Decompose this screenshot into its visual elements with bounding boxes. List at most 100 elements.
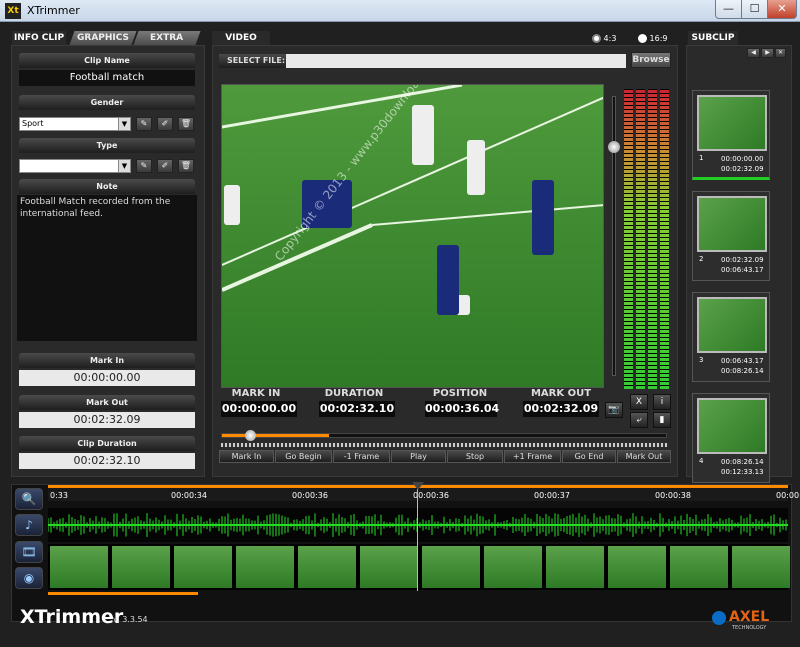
close-window-button[interactable]: ✕	[767, 0, 797, 19]
video-position-value: 00:00:36.04	[425, 401, 500, 417]
title-bar: Xt XTrimmer — ☐ ✕	[0, 0, 800, 22]
chevron-down-icon: ▼	[118, 118, 130, 130]
stop-button[interactable]: Stop	[447, 450, 503, 463]
mark-out-label: Mark Out	[19, 395, 195, 410]
go-begin-button[interactable]: Go Begin	[275, 450, 332, 463]
close-icon[interactable]: X	[630, 394, 648, 410]
video-mark-out-label: MARK OUT	[530, 388, 592, 399]
film-frame	[50, 546, 108, 588]
axel-brand-sub: TECHNOLOGY	[732, 625, 767, 631]
document-icon[interactable]: ▮	[653, 412, 671, 428]
subclip-thumbnail	[697, 398, 767, 454]
subclip-item[interactable]: 3 00:06:43.17 00:08:26.14	[692, 292, 770, 382]
film-frame	[608, 546, 666, 588]
dvd-icon[interactable]: ◉	[15, 567, 43, 589]
aspect-16-9-radio[interactable]: 16:9	[638, 34, 668, 43]
video-panel: SELECT FILE: Browse Copyright © 2013 - w…	[212, 45, 678, 477]
subclip-title: SUBCLIP	[688, 31, 738, 45]
type-pencil-button[interactable]: ✐	[157, 159, 173, 173]
tab-video[interactable]: VIDEO	[212, 31, 270, 45]
subclip-item[interactable]: 4 00:08:26.14 00:12:33.13	[692, 393, 770, 483]
app-logo-icon: Xt	[5, 3, 21, 19]
tab-extra[interactable]: EXTRA	[133, 31, 201, 45]
type-delete-button[interactable]: 🗑	[178, 159, 194, 173]
type-edit-button[interactable]: ✎	[136, 159, 152, 173]
film-icon[interactable]: 🎞	[15, 541, 43, 563]
time-tick-label: 00:00:3	[776, 491, 800, 500]
prev-frame-button[interactable]: -1 Frame	[333, 450, 390, 463]
seek-knob[interactable]	[245, 430, 256, 441]
gender-pencil-button[interactable]: ✐	[157, 117, 173, 131]
clip-name-field[interactable]: Football match	[19, 70, 195, 86]
subclip-in-time: 00:06:43.17	[721, 357, 764, 365]
playhead[interactable]	[417, 485, 418, 591]
next-arrow-icon[interactable]: ▶	[761, 48, 774, 58]
volume-knob[interactable]	[608, 140, 620, 153]
level-meter-2	[636, 89, 645, 389]
player-blaugrana-3	[532, 180, 554, 255]
play-button[interactable]: Play	[391, 450, 446, 463]
video-mark-in-label: MARK IN	[231, 388, 281, 399]
audio-level-meters	[621, 89, 673, 389]
note-label: Note	[19, 179, 195, 194]
timeline-scrollbar[interactable]	[48, 592, 198, 595]
aspect-4-3-radio[interactable]: 4:3	[592, 34, 616, 43]
tab-graphics[interactable]: GRAPHICS	[69, 31, 137, 45]
browse-button[interactable]: Browse	[631, 52, 671, 68]
gender-edit-button[interactable]: ✎	[136, 117, 152, 131]
info-icon[interactable]: i	[653, 394, 671, 410]
waveform-graphic	[47, 513, 788, 537]
playhead-marker[interactable]	[412, 482, 424, 490]
mark-out-button[interactable]: Mark Out	[617, 450, 671, 463]
mark-out-field[interactable]: 00:02:32.09	[19, 412, 195, 428]
film-frame	[484, 546, 542, 588]
timeline: 🔍 ♪ 🎞 ◉ 0:33 00:00:34 00:00:36 00:00:36 00:0…	[11, 482, 800, 622]
select-file-label: SELECT FILE:	[219, 54, 293, 68]
gender-delete-button[interactable]: 🗑	[178, 117, 194, 131]
tab-info-clip[interactable]: INFO CLIP	[12, 31, 66, 45]
go-end-button[interactable]: Go End	[562, 450, 616, 463]
video-preview[interactable]: Copyright © 2013 - www.p30download.com	[221, 84, 604, 388]
radio-unselected-icon	[638, 34, 647, 43]
subclip-item[interactable]: 2 00:02:32.09 00:06:43.17	[692, 191, 770, 281]
gender-value: Sport	[22, 119, 44, 128]
subclip-thumbnail	[697, 196, 767, 252]
close-icon[interactable]: ✕	[775, 48, 786, 58]
seek-track[interactable]	[221, 433, 667, 438]
mark-in-field[interactable]: 00:00:00.00	[19, 370, 195, 386]
seek-progress	[222, 434, 329, 437]
magnifier-icon[interactable]: 🔍	[15, 488, 43, 510]
export-icon[interactable]: ⤶	[630, 412, 648, 428]
note-textarea[interactable]: Football Match recorded from the interna…	[17, 195, 197, 341]
aspect-4-3-label: 4:3	[603, 34, 617, 43]
subclip-in-time: 00:00:00.00	[721, 155, 764, 163]
gender-select[interactable]: Sport ▼	[19, 117, 131, 131]
camera-icon[interactable]: 📷	[605, 402, 623, 418]
minimize-button[interactable]: —	[715, 0, 742, 19]
type-select[interactable]: ▼	[19, 159, 131, 173]
video-mark-in-value: 00:00:00.00	[221, 401, 297, 417]
mark-in-button[interactable]: Mark In	[219, 450, 274, 463]
player-white-1	[412, 105, 434, 165]
maximize-button[interactable]: ☐	[741, 0, 768, 19]
subclip-panel: ◀ ▶ ✕ 1 00:00:00.00 00:02:32.09 2 00:02:32.0…	[686, 45, 792, 483]
subclip-number: 3	[699, 356, 704, 364]
prev-arrow-icon[interactable]: ◀	[747, 48, 760, 58]
film-frame	[422, 546, 480, 588]
video-duration-value: 00:02:32.10	[319, 401, 395, 417]
next-frame-button[interactable]: +1 Frame	[504, 450, 561, 463]
select-file-input[interactable]	[286, 54, 626, 68]
window-title: XTrimmer	[27, 4, 80, 17]
time-tick-label: 00:00:36	[292, 491, 328, 500]
volume-track[interactable]	[612, 96, 616, 376]
video-position-label: POSITION	[432, 388, 488, 399]
audio-edit-icon[interactable]: ♪	[15, 514, 43, 536]
time-tick-label: 00:00:37	[534, 491, 570, 500]
subclip-out-time: 00:02:32.09	[721, 165, 764, 173]
subclip-item[interactable]: 1 00:00:00.00 00:02:32.09	[692, 90, 770, 180]
frame-ruler	[221, 443, 667, 447]
clip-duration-field[interactable]: 00:02:32.10	[19, 453, 195, 469]
player-white-4	[224, 185, 240, 225]
subclip-number: 2	[699, 255, 704, 263]
subclip-number: 1	[699, 154, 704, 162]
